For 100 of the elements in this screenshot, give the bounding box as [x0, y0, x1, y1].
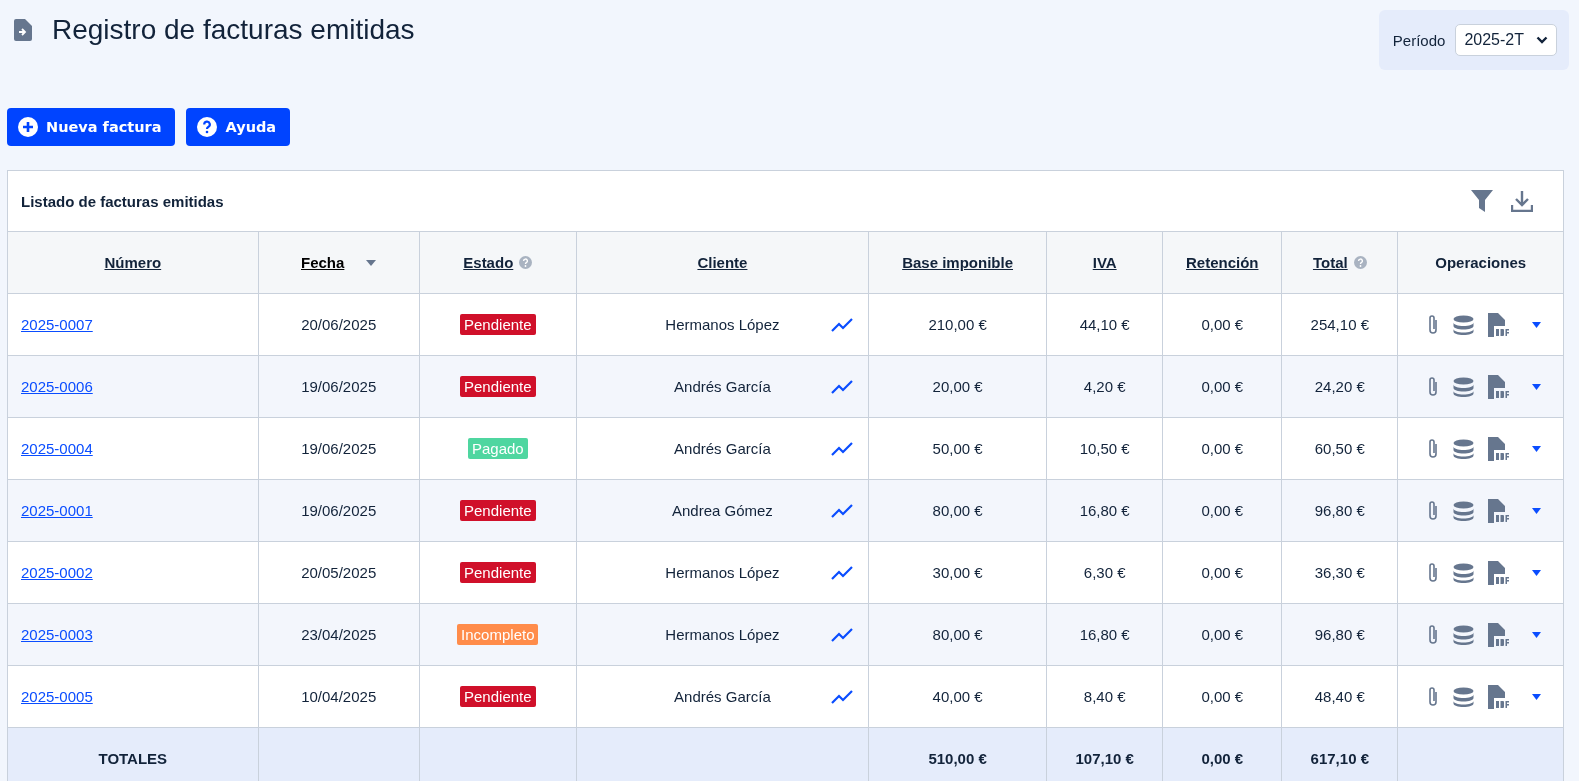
client-name: Hermanos López [665, 316, 780, 333]
help-button[interactable]: Ayuda [186, 108, 291, 146]
amount-cell: 4,20 € [1083, 378, 1126, 395]
amount-cell: 0,00 € [1201, 316, 1244, 333]
column-header[interactable]: Estado [463, 254, 514, 271]
plus-circle-icon [18, 117, 38, 137]
amount-cell: 80,00 € [932, 502, 983, 519]
paperclip-icon[interactable] [1426, 499, 1439, 522]
pdf-file-icon[interactable] [1487, 498, 1510, 523]
pdf-file-icon[interactable] [1487, 622, 1510, 647]
pdf-file-icon[interactable] [1487, 560, 1510, 585]
invoice-number-link[interactable]: 2025-0002 [21, 564, 93, 581]
caret-down-icon[interactable] [1531, 631, 1541, 638]
trend-chart-icon[interactable] [831, 379, 854, 394]
amount-cell: 24,20 € [1314, 378, 1365, 395]
table-title: Listado de facturas emitidas [21, 192, 224, 210]
database-icon[interactable] [1452, 686, 1474, 707]
paperclip-icon[interactable] [1426, 375, 1439, 398]
database-icon[interactable] [1452, 500, 1474, 521]
paperclip-icon[interactable] [1426, 313, 1439, 336]
database-icon[interactable] [1452, 438, 1474, 459]
trend-chart-icon[interactable] [831, 689, 854, 704]
column-header[interactable]: Retención [1185, 254, 1259, 271]
column-header[interactable]: IVA [1092, 254, 1117, 271]
column-header: Operaciones [1435, 254, 1527, 271]
caret-down-icon[interactable] [1531, 693, 1541, 700]
column-header[interactable]: Número [104, 254, 162, 271]
caret-down-icon[interactable] [1531, 383, 1541, 390]
amount-cell: 60,50 € [1314, 440, 1365, 457]
amount-cell: 36,30 € [1314, 564, 1365, 581]
pdf-file-icon[interactable] [1487, 684, 1510, 709]
amount-cell: 210,00 € [928, 316, 987, 333]
amount-cell: 0,00 € [1201, 564, 1244, 581]
help-icon [1353, 256, 1367, 269]
status-tag: Pagado [467, 438, 528, 459]
amount-cell: 6,30 € [1083, 564, 1126, 581]
download-icon[interactable] [1511, 190, 1533, 212]
pdf-file-icon[interactable] [1487, 312, 1510, 337]
pdf-file-icon[interactable] [1487, 374, 1510, 399]
amount-cell: 44,10 € [1079, 316, 1130, 333]
status-tag: Pendiente [460, 314, 536, 335]
new-invoice-button[interactable]: Nueva factura [7, 108, 176, 146]
trend-chart-icon[interactable] [831, 317, 854, 332]
invoice-number-link[interactable]: 2025-0007 [21, 316, 93, 333]
file-arrow-icon [14, 19, 32, 41]
database-icon[interactable] [1452, 562, 1474, 583]
invoice-number-link[interactable]: 2025-0004 [21, 440, 93, 457]
paperclip-icon[interactable] [1426, 561, 1439, 584]
date-cell: 23/04/2025 [301, 626, 377, 643]
date-cell: 10/04/2025 [301, 688, 377, 705]
paperclip-icon[interactable] [1426, 623, 1439, 646]
trend-chart-icon[interactable] [831, 627, 854, 642]
invoice-number-link[interactable]: 2025-0006 [21, 378, 93, 395]
client-name: Andrés García [674, 440, 771, 457]
amount-cell: 0,00 € [1201, 688, 1244, 705]
amount-cell: 0,00 € [1201, 378, 1244, 395]
date-cell: 19/06/2025 [301, 440, 377, 457]
invoice-number-link[interactable]: 2025-0005 [21, 688, 93, 705]
amount-cell: 8,40 € [1083, 688, 1126, 705]
invoice-number-link[interactable]: 2025-0003 [21, 626, 93, 643]
database-icon[interactable] [1452, 624, 1474, 645]
caret-down-icon[interactable] [1531, 569, 1541, 576]
column-header[interactable]: Base imponible [902, 254, 1013, 271]
invoice-number-link[interactable]: 2025-0001 [21, 502, 93, 519]
status-tag: Pendiente [460, 376, 536, 397]
client-name: Hermanos López [665, 564, 780, 581]
date-cell: 19/06/2025 [301, 502, 377, 519]
database-icon[interactable] [1452, 376, 1474, 397]
amount-cell: 96,80 € [1314, 502, 1365, 519]
filter-icon[interactable] [1471, 190, 1493, 212]
chevron-down-icon [1536, 36, 1548, 44]
help-icon [197, 117, 218, 137]
column-header[interactable]: Cliente [697, 254, 748, 271]
sort-caret-icon[interactable] [366, 259, 377, 266]
date-cell: 20/06/2025 [301, 316, 377, 333]
status-tag: Pendiente [460, 500, 536, 521]
status-tag: Pendiente [460, 686, 536, 707]
trend-chart-icon[interactable] [831, 441, 854, 456]
total-amount: 107,10 € [1075, 750, 1134, 767]
column-header[interactable]: Total [1312, 254, 1348, 271]
date-cell: 20/05/2025 [301, 564, 377, 581]
pdf-file-icon[interactable] [1487, 436, 1510, 461]
trend-chart-icon[interactable] [831, 503, 854, 518]
column-header[interactable]: Fecha [301, 254, 345, 271]
date-cell: 19/06/2025 [301, 378, 377, 395]
paperclip-icon[interactable] [1426, 437, 1439, 460]
amount-cell: 16,80 € [1079, 626, 1130, 643]
database-icon[interactable] [1452, 314, 1474, 335]
caret-down-icon[interactable] [1531, 445, 1541, 452]
trend-chart-icon[interactable] [831, 565, 854, 580]
amount-cell: 254,10 € [1310, 316, 1369, 333]
total-amount: 617,10 € [1310, 750, 1369, 767]
caret-down-icon[interactable] [1531, 507, 1541, 514]
totals-label: TOTALES [98, 750, 168, 767]
caret-down-icon[interactable] [1531, 321, 1541, 328]
total-amount: 510,00 € [928, 750, 987, 767]
amount-cell: 10,50 € [1079, 440, 1130, 457]
page-title: Registro de facturas emitidas [52, 14, 415, 46]
period-select[interactable]: 2025-2T [1455, 24, 1557, 56]
paperclip-icon[interactable] [1426, 685, 1439, 708]
